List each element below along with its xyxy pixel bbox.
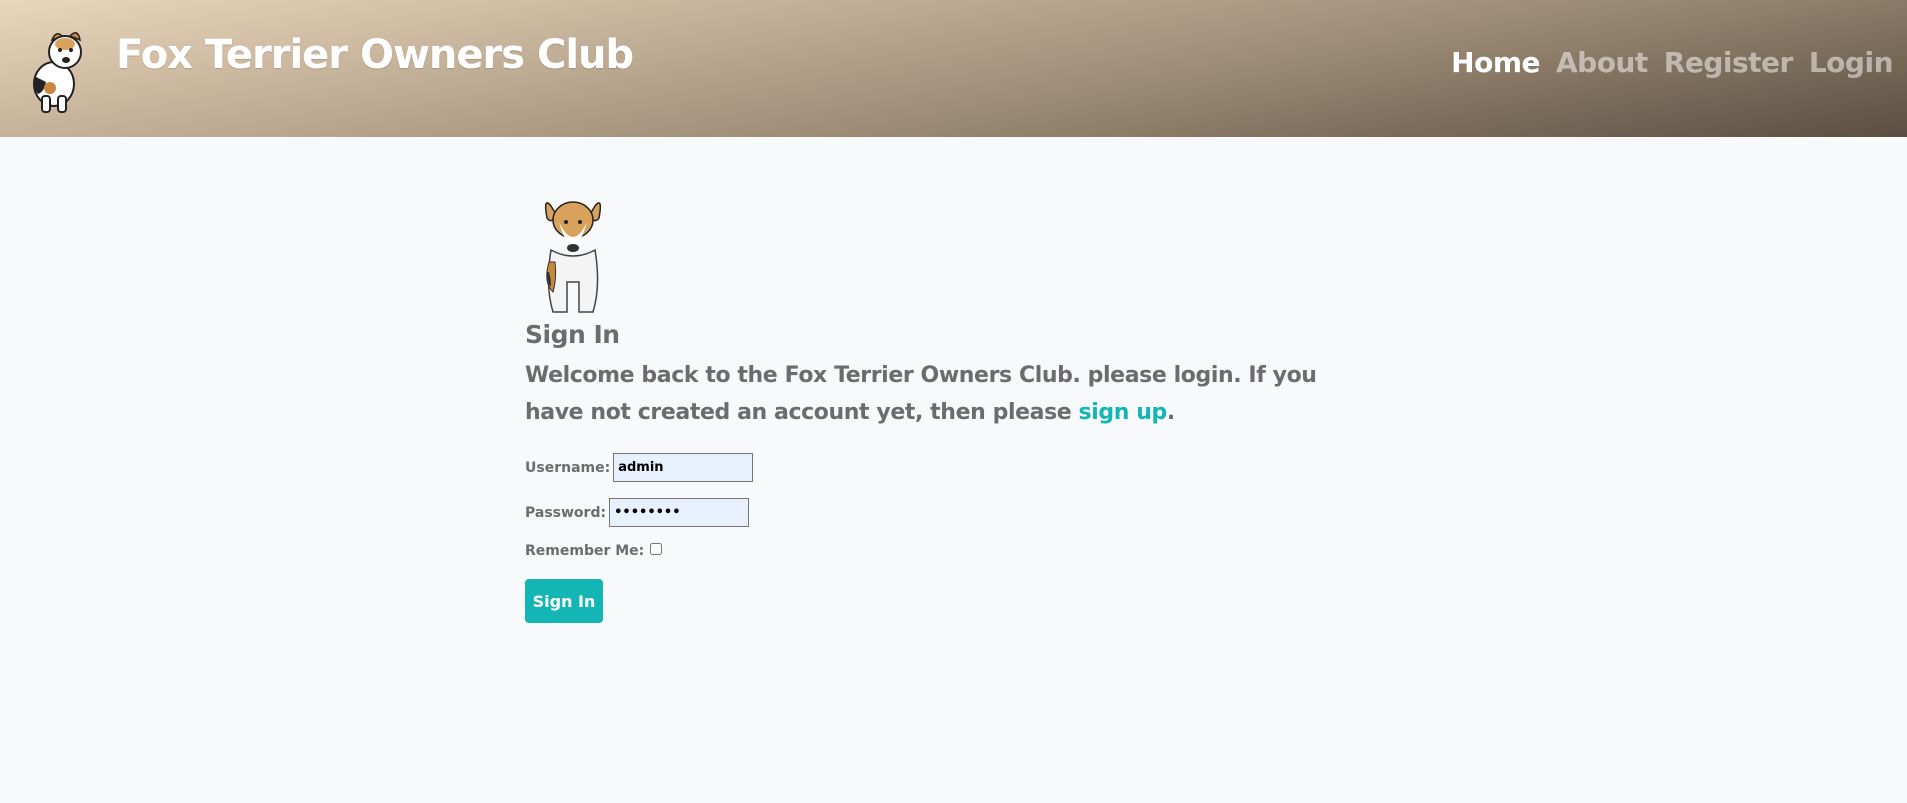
nav-home-link[interactable]: Home [1451,46,1540,79]
site-header: Fox Terrier Owners Club Home About Regis… [0,0,1907,137]
username-label: Username: [525,459,611,476]
password-row: Password: [525,498,1345,527]
fox-terrier-illustration-icon [544,201,602,313]
page-heading: Sign In [525,320,620,349]
welcome-message: Welcome back to the Fox Terrier Owners C… [525,357,1345,431]
fox-terrier-logo-icon[interactable] [22,22,88,114]
sign-in-button[interactable]: Sign In [525,579,603,623]
nav-register-link[interactable]: Register [1664,46,1794,79]
nav-about-link[interactable]: About [1556,46,1648,79]
username-row: Username: [525,453,1345,482]
main-nav: Home About Register Login [1451,46,1893,79]
login-form: Username: Password: Remember Me: Sign In [525,453,1345,623]
password-input[interactable] [609,498,750,527]
main-content: Sign In Welcome back to the Fox Terrier … [525,192,1345,623]
signup-link[interactable]: sign up [1079,400,1168,425]
password-label: Password: [525,504,607,521]
nav-login-link[interactable]: Login [1809,46,1894,79]
remember-row: Remember Me: [525,543,1345,559]
welcome-end: . [1166,400,1175,425]
welcome-text: Welcome back to the Fox Terrier Owners C… [525,363,1317,425]
remember-label: Remember Me: [525,543,645,559]
username-input[interactable] [613,453,754,482]
site-title[interactable]: Fox Terrier Owners Club [116,32,634,78]
remember-checkbox[interactable] [650,543,663,555]
